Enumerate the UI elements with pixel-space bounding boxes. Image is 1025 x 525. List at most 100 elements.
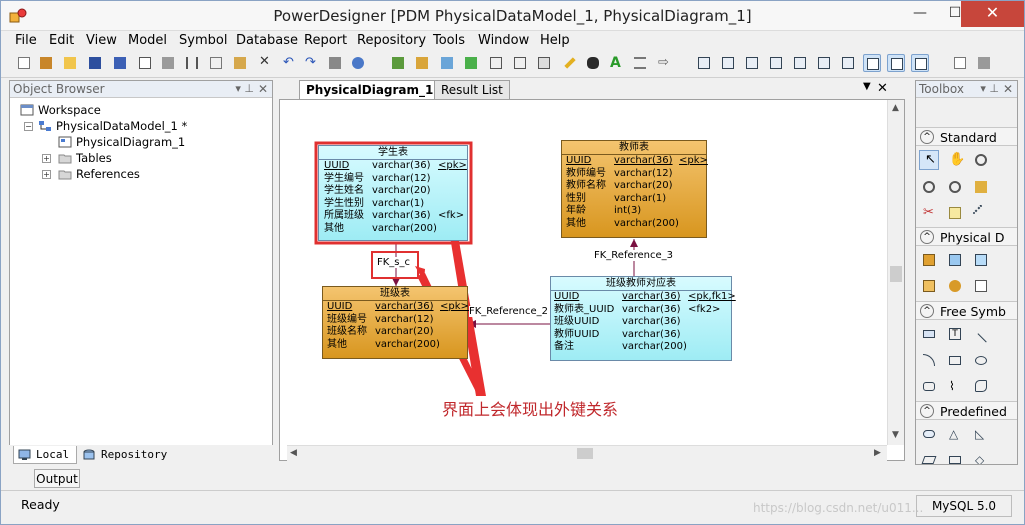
properties-tool-icon[interactable] xyxy=(971,177,991,197)
triangle-shape-icon[interactable]: △ xyxy=(945,424,965,444)
layout-f-icon[interactable] xyxy=(815,54,833,72)
vertical-scrollbar[interactable]: ▲ ▼ xyxy=(887,100,904,445)
close-button[interactable]: ✕ xyxy=(961,1,1024,27)
gear-icon[interactable] xyxy=(945,276,965,296)
right-triangle-icon[interactable]: ◺ xyxy=(971,424,991,444)
expand-references-icon[interactable]: + xyxy=(42,170,51,179)
rounded-shape-icon[interactable] xyxy=(919,424,939,444)
generate-icon[interactable] xyxy=(413,54,431,72)
rectangle-tool-icon[interactable] xyxy=(945,350,965,370)
polygon-tool-icon[interactable] xyxy=(971,376,991,396)
tab-list-arrow-icon[interactable]: ▼ xyxy=(863,81,871,92)
collapse-icon[interactable]: ^ xyxy=(920,230,934,244)
collapse-model-icon[interactable]: − xyxy=(24,122,33,131)
line-tool-icon[interactable] xyxy=(971,324,995,344)
layout-d-icon[interactable] xyxy=(767,54,785,72)
parallelogram-icon[interactable] xyxy=(919,450,939,464)
tree-item-workspace[interactable]: Workspace xyxy=(20,102,101,118)
cut-icon[interactable] xyxy=(183,54,201,72)
collapse-icon[interactable]: ^ xyxy=(920,304,934,318)
tab-repository[interactable]: Repository xyxy=(79,446,169,464)
text-format-icon[interactable]: A xyxy=(607,54,625,72)
collapse-icon[interactable]: ^ xyxy=(920,404,934,418)
close-icon[interactable]: ✕ xyxy=(258,81,268,97)
open-icon[interactable] xyxy=(61,54,79,72)
object-browser-toggle-icon[interactable] xyxy=(863,54,881,72)
paste-icon[interactable] xyxy=(231,54,249,72)
result-list-toggle-icon[interactable] xyxy=(911,54,929,72)
toolbox-group-predefined[interactable]: ^ Predefined xyxy=(916,401,1017,420)
delete-icon[interactable]: ✕ xyxy=(256,54,274,72)
entity-teacher-table[interactable]: 教师表 UUID varchar(36) <pk> 教师编号 varchar(12) … xyxy=(561,140,708,238)
tab-result-list[interactable]: Result List xyxy=(434,80,510,99)
tree-item-references[interactable]: References xyxy=(58,166,140,182)
view-tool-icon[interactable] xyxy=(945,250,965,270)
undo-icon[interactable]: ↶ xyxy=(280,54,298,72)
layout-a-icon[interactable] xyxy=(695,54,713,72)
tree-item-model[interactable]: PhysicalDataModel_1 * xyxy=(38,118,187,134)
menu-model[interactable]: Model xyxy=(128,33,167,48)
layout-g-icon[interactable] xyxy=(839,54,857,72)
procedure-tool-icon[interactable] xyxy=(919,276,939,296)
menu-help[interactable]: Help xyxy=(540,33,570,48)
print-preview-icon[interactable] xyxy=(136,54,154,72)
menu-tools[interactable]: Tools xyxy=(433,33,465,48)
horizontal-scroll-thumb[interactable] xyxy=(577,448,593,459)
expand-tables-icon[interactable]: + xyxy=(42,154,51,163)
menu-symbol[interactable]: Symbol xyxy=(179,33,227,48)
layout-c-icon[interactable] xyxy=(743,54,761,72)
pin-icon[interactable]: ▾ ⊥ xyxy=(980,81,999,97)
ellipse-tool-icon[interactable] xyxy=(971,350,991,370)
properties-icon[interactable] xyxy=(326,54,344,72)
table-tool-icon[interactable] xyxy=(919,250,939,270)
note-tool-icon[interactable] xyxy=(945,203,965,223)
save-all-icon[interactable] xyxy=(111,54,129,72)
horizontal-scrollbar[interactable]: ◀ ▶ xyxy=(287,445,887,461)
forward-icon[interactable]: ⇨ xyxy=(655,54,673,72)
close-icon[interactable]: ✕ xyxy=(1003,81,1013,97)
polyline-tool-icon[interactable]: ⌇ xyxy=(945,376,965,396)
toolbox-group-physical-diagram[interactable]: ^ Physical D xyxy=(916,227,1017,246)
scroll-left-icon[interactable]: ◀ xyxy=(290,448,297,458)
reference-label-fk-s-c[interactable]: FK_s_c xyxy=(377,257,411,268)
menu-window[interactable]: Window xyxy=(478,33,529,48)
entity-student-table[interactable]: 学生表 UUID varchar(36) <pk> 学生编号 varchar(12) … xyxy=(318,145,468,241)
diagram-canvas[interactable]: 学生表 UUID varchar(36) <pk> 学生编号 varchar(12) … xyxy=(279,99,905,461)
menu-view[interactable]: View xyxy=(86,33,117,48)
trapezoid-icon[interactable] xyxy=(945,450,965,464)
diamond-icon[interactable]: ◇ xyxy=(971,450,991,464)
reverse-icon[interactable] xyxy=(438,54,456,72)
compare-icon[interactable] xyxy=(511,54,529,72)
copy-icon[interactable] xyxy=(207,54,225,72)
pin-icon[interactable]: ▾ ⊥ xyxy=(235,81,254,97)
toolbox-group-standard[interactable]: ^ Standard xyxy=(916,127,1017,146)
collapse-icon[interactable]: ^ xyxy=(920,130,934,144)
find-icon[interactable] xyxy=(349,54,367,72)
link-tool-icon[interactable] xyxy=(971,203,991,223)
reference-label-fk-reference-2[interactable]: FK_Reference_2 xyxy=(469,306,549,317)
merge-icon[interactable] xyxy=(487,54,505,72)
print-icon[interactable] xyxy=(159,54,177,72)
zoom-in-icon[interactable] xyxy=(971,150,991,170)
layout-b-icon[interactable] xyxy=(719,54,737,72)
brush-icon[interactable] xyxy=(584,54,602,72)
refresh-icon[interactable] xyxy=(462,54,480,72)
export-icon[interactable] xyxy=(951,54,969,72)
tree-item-diagram[interactable]: PhysicalDiagram_1 xyxy=(58,134,185,150)
entity-class-teacher-table[interactable]: 班级教师对应表 UUID varchar(36) <pk,fk1> 教师表_UUID… xyxy=(550,276,736,361)
title-box-icon[interactable] xyxy=(919,324,939,344)
tab-output[interactable]: Output xyxy=(34,469,80,488)
minimize-button[interactable]: — xyxy=(903,1,937,27)
check-model-icon[interactable] xyxy=(389,54,407,72)
pointer-icon[interactable]: ↖ xyxy=(919,150,939,170)
new-model-icon[interactable] xyxy=(37,54,55,72)
redo-icon[interactable]: ↷ xyxy=(302,54,320,72)
rounded-rect-icon[interactable] xyxy=(919,376,939,396)
tab-local[interactable]: Local xyxy=(13,446,77,464)
menu-repository[interactable]: Repository xyxy=(357,33,426,48)
cut-tool-icon[interactable]: ✂ xyxy=(919,203,939,223)
zoom-out-icon[interactable] xyxy=(919,177,939,197)
file-tool-icon[interactable] xyxy=(971,276,991,296)
text-box-icon[interactable]: T xyxy=(945,324,965,344)
reference-label-fk-reference-3[interactable]: FK_Reference_3 xyxy=(594,250,674,261)
